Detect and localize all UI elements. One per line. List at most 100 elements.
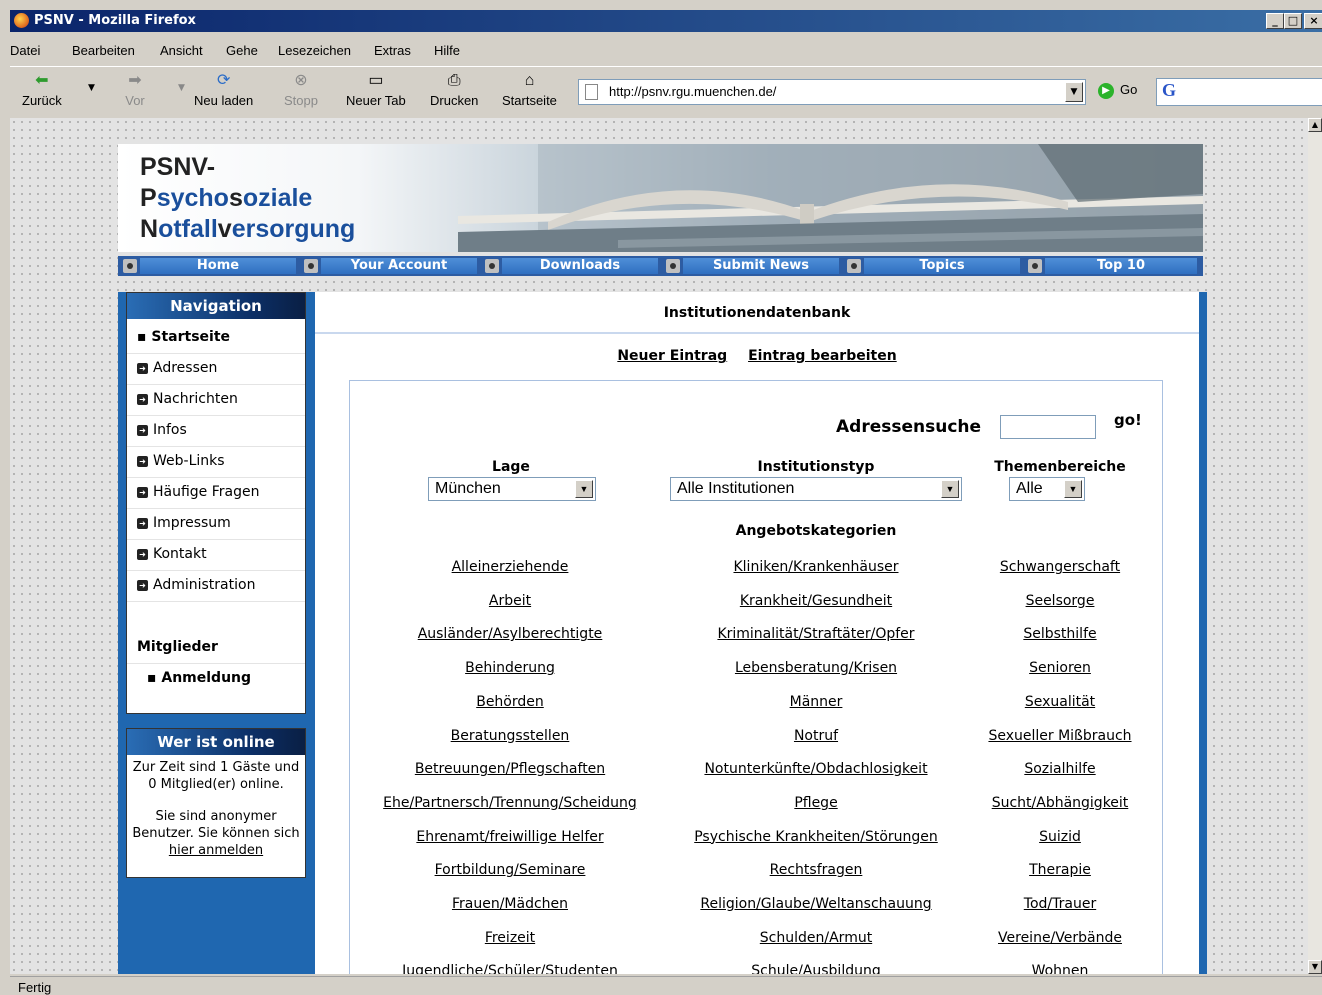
stop-button[interactable]: ⊗ Stopp [284,71,318,108]
navigation-title: Navigation [127,293,305,319]
category-link[interactable]: Rechtsfragen [670,862,962,878]
sidebar-item-kontakt[interactable]: ➜ Kontakt [137,546,207,562]
category-link[interactable]: Psychische Krankheiten/Störungen [670,829,962,845]
category-link[interactable]: Selbsthilfe [974,626,1146,642]
url-dropdown-icon[interactable]: ▼ [1065,82,1083,102]
category-link[interactable]: Arbeit [370,593,650,609]
lage-select[interactable]: München ▼ [428,477,596,501]
google-search-box[interactable]: G [1156,78,1322,106]
themenbereiche-select[interactable]: Alle ▼ [1009,477,1085,501]
category-link[interactable]: Religion/Glaube/Weltanschauung [670,896,962,912]
category-link[interactable]: Schulden/Armut [670,930,962,946]
category-link[interactable]: Tod/Trauer [974,896,1146,912]
category-link[interactable]: Krankheit/Gesundheit [670,593,962,609]
close-button[interactable]: × [1304,13,1322,29]
arrow-icon: ➜ [137,517,148,529]
category-link[interactable]: Sozialhilfe [974,761,1146,777]
scroll-down-icon[interactable]: ▼ [1308,960,1322,974]
window-title: PSNV - Mozilla Firefox [34,13,196,28]
back-button[interactable]: ⬅ Zurück [22,71,62,108]
category-link[interactable]: Männer [670,694,962,710]
category-link[interactable]: Notunterkünfte/Obdachlosigkeit [670,761,962,777]
menu-hilfe[interactable]: Hilfe [434,43,460,58]
category-link[interactable]: Sexualität [974,694,1146,710]
back-dropdown-icon[interactable]: ▼ [88,83,95,93]
category-link[interactable]: Fortbildung/Seminare [370,862,650,878]
category-link[interactable]: Ehe/Partnersch/Trennung/Scheidung [370,795,650,811]
nav-tab-home[interactable]: Home [120,256,300,276]
sidebar-item-impressum[interactable]: ➜ Impressum [137,515,231,531]
nav-tab-top-10[interactable]: Top 10 [1025,256,1201,276]
category-link[interactable]: Sucht/Abhängigkeit [974,795,1146,811]
scroll-up-icon[interactable]: ▲ [1308,118,1322,132]
category-link[interactable]: Suizid [974,829,1146,845]
category-link[interactable]: Sexueller Mißbrauch [974,728,1146,744]
bullet-icon [123,259,137,273]
forward-button[interactable]: ➡ Vor [124,71,146,108]
sidebar-item-web-links[interactable]: ➜ Web-Links [137,453,225,469]
category-link[interactable]: Seelsorge [974,593,1146,609]
sidebar-item-anmeldung[interactable]: ▪ Anmeldung [147,670,251,686]
address-search-input[interactable] [1000,415,1096,439]
edit-entry-link[interactable]: Eintrag bearbeiten [748,348,897,364]
sidebar-item-administration[interactable]: ➜ Administration [137,577,255,593]
category-link[interactable]: Behinderung [370,660,650,676]
menu-datei[interactable]: Datei [10,43,40,58]
maximize-button[interactable]: □ [1284,13,1302,29]
category-link[interactable]: Freizeit [370,930,650,946]
logo-line-3: Notfallversorgung [140,215,356,243]
category-link[interactable]: Pflege [670,795,962,811]
category-link[interactable]: Schwangerschaft [974,559,1146,575]
category-link[interactable]: Vereine/Verbände [974,930,1146,946]
forward-arrow-icon: ➡ [128,72,142,89]
print-button[interactable]: ⎙ Drucken [430,71,478,108]
home-button[interactable]: ⌂ Startseite [502,71,557,108]
address-bar[interactable]: http://psnv.rgu.muenchen.de/ ▼ [578,79,1086,105]
menu-extras[interactable]: Extras [374,43,411,58]
sidebar-item-adressen[interactable]: ➜ Adressen [137,360,217,376]
login-link[interactable]: hier anmelden [169,843,263,858]
category-link[interactable]: Notruf [670,728,962,744]
menu-lesezeichen[interactable]: Lesezeichen [278,43,351,58]
go-button[interactable]: ▶ Go [1098,82,1137,99]
nav-tab-downloads[interactable]: Downloads [482,256,662,276]
category-link[interactable]: Jugendliche/Schüler/Studenten [370,963,650,974]
sidebar-item-haeufige-fragen[interactable]: ➜ Häufige Fragen [137,484,260,500]
menu-ansicht[interactable]: Ansicht [160,43,203,58]
arrow-icon: ➜ [137,424,148,436]
minimize-button[interactable]: _ [1266,13,1284,29]
bullet-icon [485,259,499,273]
vertical-scrollbar[interactable]: ▲ ▼ [1308,118,1322,974]
reload-button[interactable]: ⟳ Neu laden [194,71,253,108]
category-link[interactable]: Therapie [974,862,1146,878]
new-entry-link[interactable]: Neuer Eintrag [617,348,727,364]
category-link[interactable]: Kliniken/Krankenhäuser [670,559,962,575]
new-tab-button[interactable]: ▭ Neuer Tab [346,71,406,108]
menu-bearbeiten[interactable]: Bearbeiten [72,43,135,58]
search-go-button[interactable]: go! [1114,411,1142,429]
institutionstyp-select[interactable]: Alle Institutionen ▼ [670,477,962,501]
category-link[interactable]: Senioren [974,660,1146,676]
category-link[interactable]: Wohnen [974,963,1146,974]
category-link[interactable]: Lebensberatung/Krisen [670,660,962,676]
sidebar-item-infos[interactable]: ➜ Infos [137,422,187,438]
category-link[interactable]: Frauen/Mädchen [370,896,650,912]
category-link[interactable]: Kriminalität/Straftäter/Opfer [670,626,962,642]
nav-tab-topics[interactable]: Topics [844,256,1024,276]
category-link[interactable]: Beratungsstellen [370,728,650,744]
menu-gehe[interactable]: Gehe [226,43,258,58]
category-link[interactable]: Schule/Ausbildung [670,963,962,974]
google-icon: G [1162,80,1177,100]
category-link[interactable]: Behörden [370,694,650,710]
sidebar-item-nachrichten[interactable]: ➜ Nachrichten [137,391,238,407]
category-link[interactable]: Betreuungen/Pflegschaften [370,761,650,777]
forward-dropdown-icon[interactable]: ▼ [178,83,185,93]
category-link[interactable]: Alleinerziehende [370,559,650,575]
category-link[interactable]: Ehrenamt/freiwillige Helfer [370,829,650,845]
sidebar-item-startseite[interactable]: ▪ Startseite [137,329,230,345]
bullet-icon [304,259,318,273]
nav-tab-your-account[interactable]: Your Account [301,256,481,276]
search-form: Adressensuche go! Lage München ▼ Institut… [349,380,1163,974]
nav-tab-submit-news[interactable]: Submit News [663,256,843,276]
category-link[interactable]: Ausländer/Asylberechtigte [370,626,650,642]
